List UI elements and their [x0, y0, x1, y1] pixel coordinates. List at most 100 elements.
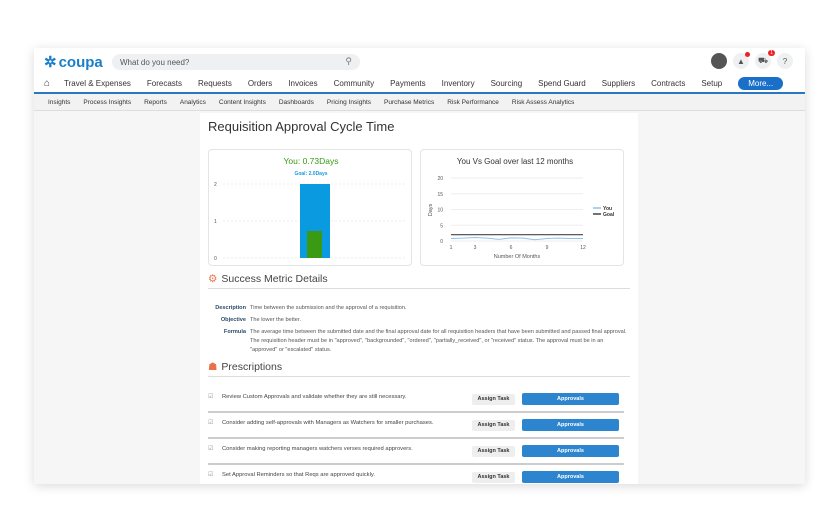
nav-item[interactable]: Invoices	[288, 79, 317, 88]
nav-item[interactable]: Inventory	[442, 79, 475, 88]
prescription-icon: ☗	[208, 361, 218, 373]
search-icon[interactable]: ⚲	[345, 56, 352, 67]
detail-label: Description	[215, 305, 246, 311]
subnav-item[interactable]: Analytics	[180, 99, 206, 106]
legend-label: Goal	[603, 212, 615, 218]
x-tick-label: 9	[546, 245, 549, 251]
search-placeholder: What do you need?	[120, 58, 190, 67]
subnav-item[interactable]: Insights	[48, 99, 70, 106]
y-tick-label: 15	[437, 192, 443, 198]
you-bar	[307, 230, 322, 258]
notification-dot	[745, 52, 750, 57]
subnav-item[interactable]: Risk Assess Analytics	[512, 99, 575, 106]
home-icon[interactable]: ⌂	[44, 78, 50, 89]
sub-nav: Insights Process Insights Reports Analytics…	[34, 94, 805, 111]
nav-item[interactable]: Payments	[390, 79, 426, 88]
you-series-line	[450, 237, 583, 241]
assign-task-button[interactable]: Assign Task	[472, 420, 515, 431]
subnav-item[interactable]: Content Insights	[219, 99, 266, 106]
nav-item[interactable]: Sourcing	[491, 79, 523, 88]
subnav-item[interactable]: Risk Performance	[447, 99, 499, 106]
prescription-text: Set Approval Reminders so that Reqs are …	[222, 472, 375, 478]
x-axis-label: Number Of Months	[494, 254, 541, 260]
assign-task-button[interactable]: Assign Task	[472, 394, 515, 405]
y-tick-label: 5	[440, 223, 443, 229]
task-icon: ☑	[208, 394, 214, 400]
approvals-button[interactable]: Approvals	[522, 419, 619, 431]
subnav-item[interactable]: Reports	[144, 99, 167, 106]
prescription-text: Consider adding self-approvals with Mana…	[222, 420, 434, 426]
y-tick-label: 20	[437, 176, 443, 182]
approvals-button[interactable]: Approvals	[522, 393, 619, 405]
bar-chart-title: You: 0.73Days	[284, 156, 339, 166]
nav-item[interactable]: Spend Guard	[538, 79, 586, 88]
heading-text: Prescriptions	[221, 361, 283, 373]
x-tick-label: 3	[474, 245, 477, 251]
logo-text: coupa	[58, 53, 103, 71]
main-nav: ⌂ Travel & Expenses Forecasts Requests Orde…	[34, 75, 805, 94]
bar-chart-subtitle: Goal: 2.0Days	[294, 171, 327, 177]
current-vs-goal-card: You: 0.73Days Goal: 2.0Days 0 1 2	[208, 149, 412, 266]
notifications-bell-icon[interactable]: ▲	[733, 52, 750, 69]
task-icon: ☑	[208, 420, 214, 426]
detail-value: The lower the better.	[250, 317, 301, 323]
avatar[interactable]	[711, 53, 727, 69]
nav-item[interactable]: Orders	[248, 79, 272, 88]
nav-item[interactable]: Travel & Expenses	[64, 79, 131, 88]
metric-details: Description Time between the submission a…	[208, 304, 632, 358]
logo-icon: ✲	[44, 54, 57, 71]
y-tick-label: 1	[214, 219, 217, 225]
prescription-text: Review Custom Approvals and validate whe…	[222, 394, 407, 400]
search-input[interactable]: What do you need? ⚲	[112, 54, 360, 70]
subnav-item[interactable]: Dashboards	[279, 99, 314, 106]
gear-icon: ⚙	[208, 273, 218, 285]
more-button[interactable]: More...	[738, 77, 784, 90]
detail-row: Description Time between the submission a…	[208, 304, 632, 313]
detail-value: The average time between the submitted d…	[250, 329, 627, 353]
y-tick-label: 0	[440, 239, 443, 245]
nav-item[interactable]: Forecasts	[147, 79, 182, 88]
detail-label: Formula	[223, 329, 246, 335]
subnav-item[interactable]: Purchase Metrics	[384, 99, 434, 106]
help-icon[interactable]: ?	[777, 53, 793, 69]
coupa-logo[interactable]: ✲ coupa	[44, 53, 103, 72]
x-tick-label: 12	[580, 245, 586, 251]
subnav-item[interactable]: Process Insights	[83, 99, 131, 106]
heading-text: Success Metric Details	[221, 273, 328, 285]
nav-item[interactable]: Requests	[198, 79, 232, 88]
cart-icon[interactable]: ⛟ 1	[755, 50, 775, 69]
line-chart-title: You Vs Goal over last 12 months	[457, 157, 573, 166]
detail-row: Objective The lower the better.	[208, 316, 632, 325]
line-chart: You Vs Goal over last 12 months 0 5 10 15 20 1…	[428, 157, 615, 260]
top-bar: ✲ coupa What do you need? ⚲ ▲ ⛟ 1 ?	[34, 48, 805, 75]
prescription-row: ☑ Consider adding self-approvals with Man…	[208, 413, 624, 439]
approvals-button[interactable]: Approvals	[522, 445, 619, 457]
assign-task-button[interactable]: Assign Task	[472, 472, 515, 483]
prescriptions-heading: ☗ Prescriptions	[208, 361, 630, 377]
nav-item[interactable]: Contracts	[651, 79, 685, 88]
x-tick-label: 1	[450, 245, 453, 251]
prescription-text: Consider making reporting managers watch…	[222, 446, 413, 452]
bar-chart: You: 0.73Days Goal: 2.0Days 0 1 2	[214, 156, 407, 262]
nav-item[interactable]: Setup	[701, 79, 722, 88]
approvals-button[interactable]: Approvals	[522, 471, 619, 483]
task-icon: ☑	[208, 472, 214, 478]
y-tick-label: 2	[214, 182, 217, 188]
subnav-item[interactable]: Pricing Insights	[327, 99, 371, 106]
prescription-row: ☑ Consider making reporting managers watc…	[208, 439, 624, 465]
detail-value: Time between the submission and the appr…	[250, 305, 407, 311]
x-tick-label: 6	[510, 245, 513, 251]
y-axis-label: Days	[428, 203, 434, 216]
page-title: Requisition Approval Cycle Time	[208, 119, 395, 134]
assign-task-button[interactable]: Assign Task	[472, 446, 515, 457]
nav-item[interactable]: Suppliers	[602, 79, 635, 88]
task-icon: ☑	[208, 446, 214, 452]
y-tick-label: 0	[214, 256, 217, 262]
nav-item[interactable]: Community	[334, 79, 374, 88]
success-metric-heading: ⚙ Success Metric Details	[208, 273, 630, 289]
main-content: Requisition Approval Cycle Time You: 0.7…	[200, 113, 638, 484]
prescription-row: ☑ Set Approval Reminders so that Reqs are…	[208, 465, 624, 484]
trend-card: You Vs Goal over last 12 months 0 5 10 15 20 1…	[420, 149, 624, 266]
y-tick-label: 10	[437, 208, 443, 214]
cart-badge: 1	[768, 50, 775, 56]
